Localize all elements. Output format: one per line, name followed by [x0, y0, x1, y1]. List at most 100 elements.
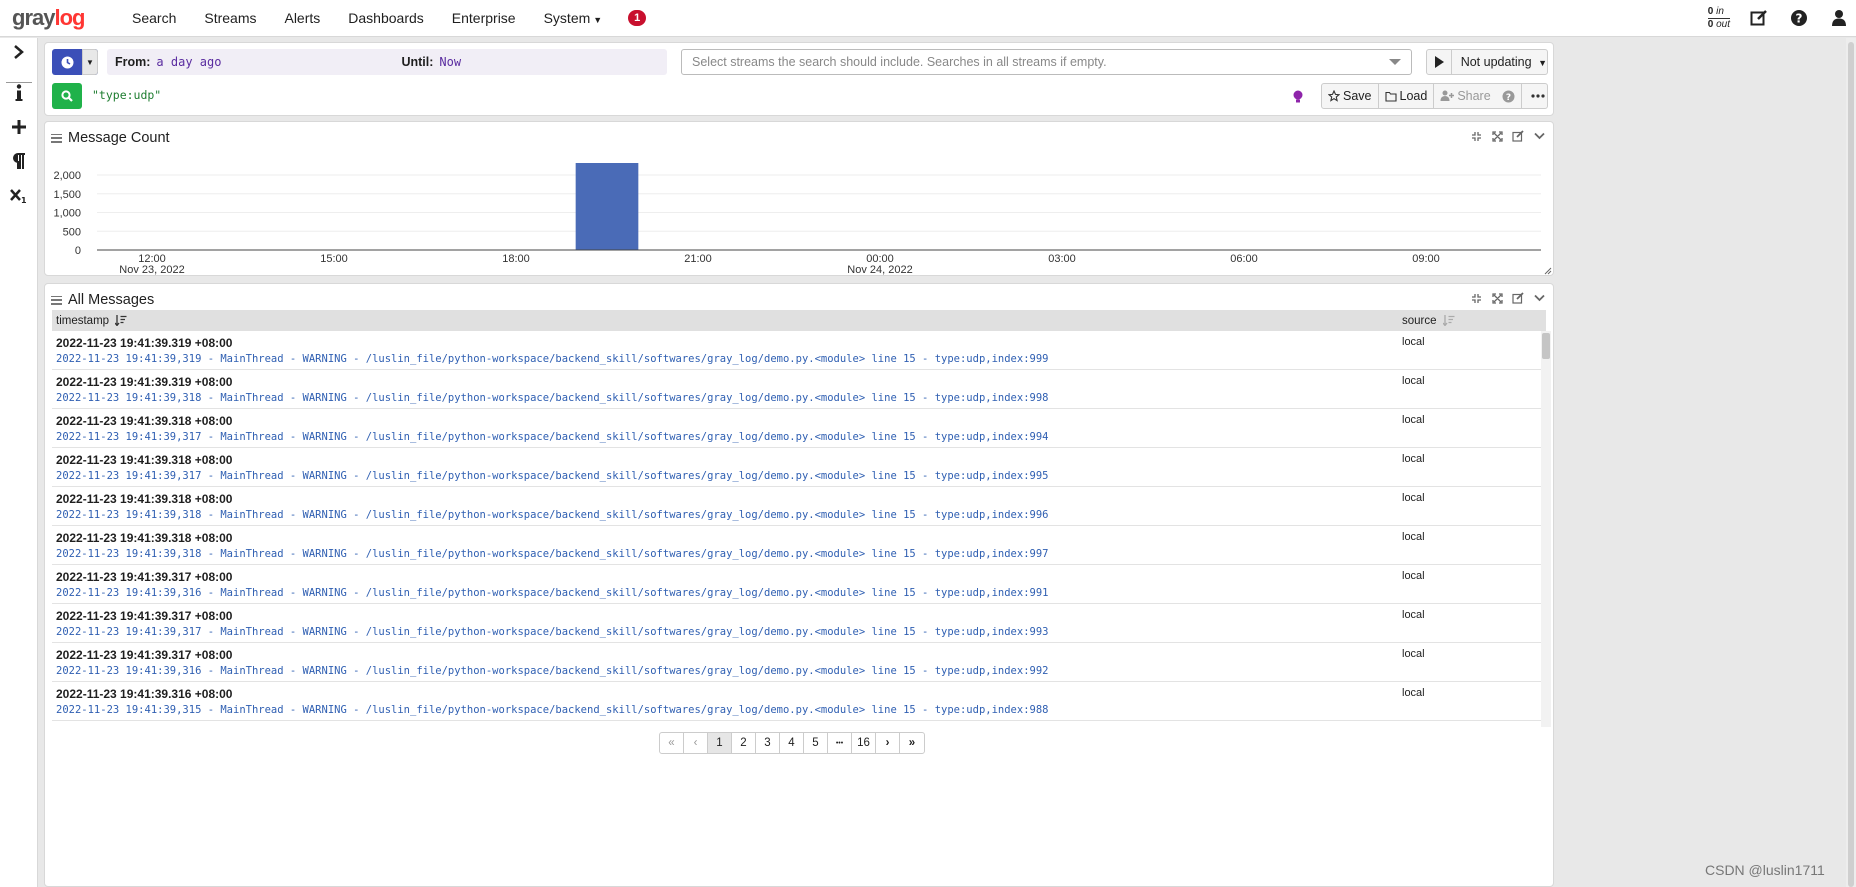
pilcrow-icon[interactable]: [7, 149, 31, 173]
first-page-button[interactable]: «: [660, 733, 684, 753]
nav-system[interactable]: System ▼: [530, 10, 617, 26]
graylog-logo[interactable]: gray log: [12, 5, 94, 31]
resize-handle-icon: [1544, 267, 1552, 275]
play-icon[interactable]: [1427, 50, 1452, 74]
table-row[interactable]: 2022-11-23 19:41:39.317 +08:00 2022-11-23…: [52, 643, 1546, 682]
y-tick-label: 0: [75, 245, 81, 257]
edit-icon[interactable]: [1512, 291, 1524, 305]
drag-handle-icon[interactable]: [51, 133, 62, 143]
expand-icon[interactable]: [1491, 291, 1503, 305]
histogram-bar: [575, 163, 639, 250]
scratchpad-icon[interactable]: [1748, 7, 1770, 29]
x-tick-label: 09:00: [1412, 253, 1440, 265]
widget-title: All Messages: [68, 292, 155, 308]
page-3-button[interactable]: 3: [756, 733, 780, 753]
table-scrollbar-thumb[interactable]: [1542, 333, 1550, 359]
query-input[interactable]: "type:udp": [92, 88, 161, 102]
svg-text:?: ?: [1506, 93, 1511, 103]
folder-icon: [1384, 91, 1397, 102]
select-arrow-icon[interactable]: [1389, 59, 1401, 65]
refresh-label[interactable]: Not updating ▼: [1452, 55, 1547, 69]
throughput-indicator[interactable]: 0 in 0 out: [1707, 6, 1730, 31]
sort-icon[interactable]: [1442, 315, 1455, 326]
subscript-icon[interactable]: 1: [7, 184, 31, 208]
nav-dashboards[interactable]: Dashboards: [334, 10, 438, 26]
page-16-button[interactable]: 16: [852, 733, 876, 753]
message-timestamp: 2022-11-23 19:41:39.319 +08:00: [56, 375, 233, 389]
edit-icon[interactable]: [1512, 129, 1524, 143]
user-icon[interactable]: [1828, 7, 1850, 29]
page-5-button[interactable]: 5: [804, 733, 828, 753]
page-1-button[interactable]: 1: [708, 733, 732, 753]
nav-alerts[interactable]: Alerts: [270, 10, 334, 26]
message-source: local: [1402, 492, 1425, 504]
message-text: 2022-11-23 19:41:39,319 - MainThread - W…: [56, 353, 1049, 365]
more-actions-button[interactable]: [1522, 84, 1554, 108]
time-range-type-button[interactable]: ▼: [52, 49, 98, 75]
y-tick-label: 1,000: [53, 208, 81, 220]
page-scrollbar[interactable]: [1846, 38, 1856, 887]
table-row[interactable]: 2022-11-23 19:41:39.317 +08:00 2022-11-23…: [52, 604, 1546, 643]
user-plus-icon: [1440, 90, 1455, 101]
share-button[interactable]: Share ?: [1434, 84, 1522, 108]
table-row[interactable]: 2022-11-23 19:41:39.317 +08:00 2022-11-23…: [52, 565, 1546, 604]
save-button[interactable]: Save: [1322, 84, 1379, 108]
page-2-button[interactable]: 2: [732, 733, 756, 753]
chevron-down-icon[interactable]: [1533, 129, 1545, 143]
nav-streams[interactable]: Streams: [190, 10, 270, 26]
help-icon[interactable]: ?: [1788, 7, 1810, 29]
load-button[interactable]: Load: [1379, 84, 1435, 108]
compress-icon[interactable]: [1470, 291, 1482, 305]
all-messages-widget: All Messages timestamp source 2022-11-23…: [44, 283, 1554, 887]
last-page-button[interactable]: »: [900, 733, 924, 753]
table-row[interactable]: 2022-11-23 19:41:39.318 +08:00 2022-11-23…: [52, 487, 1546, 526]
compress-icon[interactable]: [1470, 129, 1482, 143]
add-widget-icon[interactable]: [7, 115, 31, 139]
table-row[interactable]: 2022-11-23 19:41:39.318 +08:00 2022-11-23…: [52, 448, 1546, 487]
pagination-ellipsis[interactable]: •••: [828, 733, 852, 753]
table-row[interactable]: 2022-11-23 19:41:39.319 +08:00 2022-11-23…: [52, 331, 1546, 370]
top-navbar: gray log Search Streams Alerts Dashboards…: [0, 0, 1856, 37]
from-value: a day ago: [156, 55, 222, 69]
nav-search[interactable]: Search: [118, 10, 190, 26]
expand-icon[interactable]: [1491, 129, 1503, 143]
pagination: « ‹ 1 2 3 4 5 ••• 16 › »: [659, 732, 925, 754]
clock-icon[interactable]: [52, 49, 82, 75]
expand-sidebar-icon[interactable]: [7, 40, 31, 64]
table-row[interactable]: 2022-11-23 19:41:39.316 +08:00 2022-11-23…: [52, 682, 1546, 721]
star-icon: [1328, 90, 1340, 102]
timestamp-column-header[interactable]: timestamp: [56, 315, 127, 327]
table-row[interactable]: 2022-11-23 19:41:39.318 +08:00 2022-11-23…: [52, 409, 1546, 448]
notifications-badge[interactable]: 1: [628, 10, 647, 26]
source-column-header[interactable]: source: [1402, 315, 1455, 327]
info-icon[interactable]: [7, 81, 31, 105]
next-page-button[interactable]: ›: [876, 733, 900, 753]
timestamp-header-label: timestamp: [56, 314, 110, 327]
table-row[interactable]: 2022-11-23 19:41:39.318 +08:00 2022-11-23…: [52, 526, 1546, 565]
time-range-display[interactable]: From: a day ago Until: Now: [107, 49, 667, 75]
streams-select[interactable]: Select streams the search should include…: [681, 49, 1412, 75]
message-text: 2022-11-23 19:41:39,318 - MainThread - W…: [56, 392, 1049, 404]
lightbulb-icon[interactable]: [1291, 89, 1305, 105]
share-label: Share: [1457, 89, 1491, 103]
sort-icon[interactable]: [115, 315, 127, 326]
widget-actions: [1470, 291, 1545, 305]
message-timestamp: 2022-11-23 19:41:39.318 +08:00: [56, 492, 233, 506]
chevron-down-icon[interactable]: [1533, 291, 1545, 305]
table-row[interactable]: 2022-11-23 19:41:39.319 +08:00 2022-11-23…: [52, 370, 1546, 409]
message-text: 2022-11-23 19:41:39,317 - MainThread - W…: [56, 470, 1049, 482]
drag-handle-icon[interactable]: [51, 295, 62, 305]
save-label: Save: [1343, 89, 1372, 103]
message-source: local: [1402, 531, 1425, 543]
page-4-button[interactable]: 4: [780, 733, 804, 753]
search-button[interactable]: [52, 83, 82, 109]
message-source: local: [1402, 609, 1425, 621]
widget-title: Message Count: [68, 130, 170, 146]
x-tick-label: 06:00: [1230, 253, 1258, 265]
table-scrollbar[interactable]: [1541, 331, 1551, 727]
previous-page-button[interactable]: ‹: [684, 733, 708, 753]
caret-down-icon[interactable]: ▼: [82, 49, 98, 75]
page-scrollbar-thumb[interactable]: [1848, 42, 1854, 887]
refresh-control[interactable]: Not updating ▼: [1426, 49, 1548, 75]
nav-enterprise[interactable]: Enterprise: [438, 10, 530, 26]
